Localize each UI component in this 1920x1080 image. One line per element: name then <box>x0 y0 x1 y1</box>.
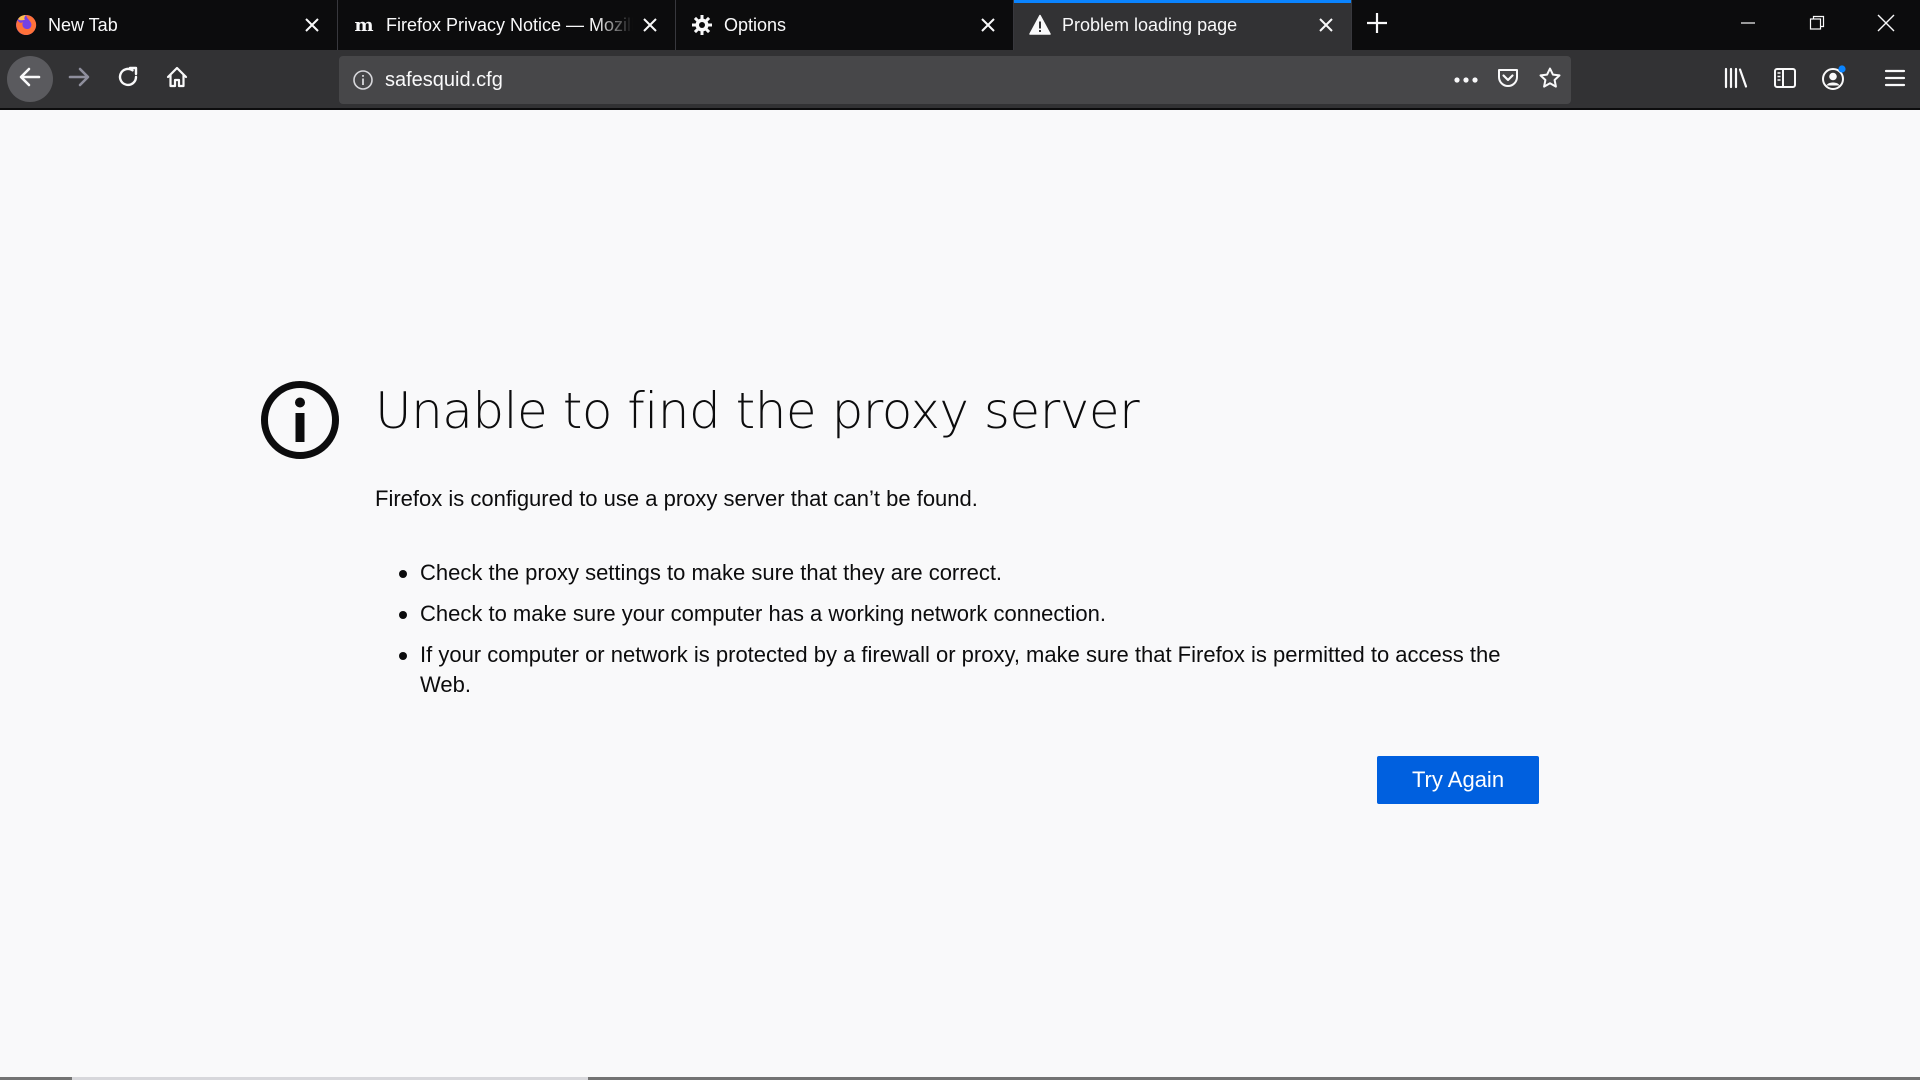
tab-title: Problem loading page <box>1062 14 1238 35</box>
close-tab-icon[interactable] <box>1309 8 1343 42</box>
pocket-icon <box>1496 66 1520 95</box>
info-icon[interactable] <box>351 68 375 92</box>
account-avatar-icon <box>1820 64 1848 97</box>
error-page: Unable to find the proxy server Firefox … <box>0 112 1920 1080</box>
plus-icon <box>1366 12 1388 39</box>
svg-text:m: m <box>354 15 373 36</box>
hamburger-menu-icon <box>1884 68 1906 93</box>
tab-strip-spacer[interactable] <box>1402 0 1713 50</box>
try-again-button[interactable]: Try Again <box>1377 756 1539 804</box>
forward-button[interactable] <box>56 56 102 102</box>
close-tab-icon[interactable] <box>633 8 667 42</box>
tab-new-tab[interactable]: New Tab <box>0 0 338 50</box>
library-button[interactable] <box>1712 56 1760 104</box>
error-description: Firefox is configured to use a proxy ser… <box>375 486 978 511</box>
close-icon <box>1877 14 1895 37</box>
minimize-button[interactable] <box>1713 0 1782 50</box>
account-button[interactable] <box>1810 56 1858 104</box>
list-item: If your computer or network is protected… <box>399 640 1540 700</box>
arrow-right-icon <box>66 64 92 95</box>
warning-icon <box>1028 13 1052 37</box>
tab-problem-loading-page[interactable]: Problem loading page <box>1014 0 1352 50</box>
close-tab-icon[interactable] <box>971 8 1005 42</box>
navigation-toolbar: safesquid.cfg <box>0 50 1920 110</box>
list-item: Check the proxy settings to make sure th… <box>399 558 1540 588</box>
bookmark-star-button[interactable] <box>1529 60 1571 100</box>
minimize-icon <box>1740 15 1756 36</box>
library-icon <box>1723 66 1749 95</box>
pocket-button[interactable] <box>1487 60 1529 100</box>
menu-button[interactable] <box>1871 56 1919 104</box>
restore-icon <box>1809 15 1825 36</box>
close-window-button[interactable] <box>1851 0 1920 50</box>
tab-title: Firefox Privacy Notice — Mozilla <box>386 14 633 35</box>
tab-strip: New Tab m Firefox Privacy Notice — Mozil… <box>0 0 1920 50</box>
tab-title: New Tab <box>48 14 118 35</box>
toolbar-right-buttons <box>1712 50 1920 110</box>
home-button[interactable] <box>154 56 200 102</box>
close-tab-icon[interactable] <box>295 8 329 42</box>
restore-button[interactable] <box>1782 0 1851 50</box>
star-icon <box>1538 66 1562 95</box>
home-icon <box>165 65 189 94</box>
page-actions-button[interactable] <box>1445 60 1487 100</box>
reload-icon <box>116 65 140 94</box>
sidebar-icon <box>1773 67 1797 94</box>
firefox-logo-icon <box>14 13 38 37</box>
tab-title: Options <box>724 14 787 35</box>
reload-button[interactable] <box>105 56 151 102</box>
more-dots-icon <box>1453 71 1479 89</box>
error-suggestions-list: Check the proxy settings to make sure th… <box>399 558 1540 711</box>
gear-icon <box>690 13 714 37</box>
error-title: Unable to find the proxy server <box>375 382 1140 440</box>
tab-options[interactable]: Options <box>676 0 1014 50</box>
new-tab-button[interactable] <box>1352 0 1402 50</box>
arrow-left-icon <box>17 64 43 95</box>
back-button[interactable] <box>7 56 53 102</box>
tab-firefox-privacy-notice[interactable]: m Firefox Privacy Notice — Mozilla <box>338 0 676 50</box>
url-bar[interactable]: safesquid.cfg <box>339 56 1571 104</box>
info-circle-icon <box>260 380 340 460</box>
mozilla-m-icon: m <box>352 13 376 37</box>
url-text[interactable]: safesquid.cfg <box>385 69 1445 92</box>
list-item: Check to make sure your computer has a w… <box>399 599 1540 629</box>
sidebar-button[interactable] <box>1761 56 1809 104</box>
